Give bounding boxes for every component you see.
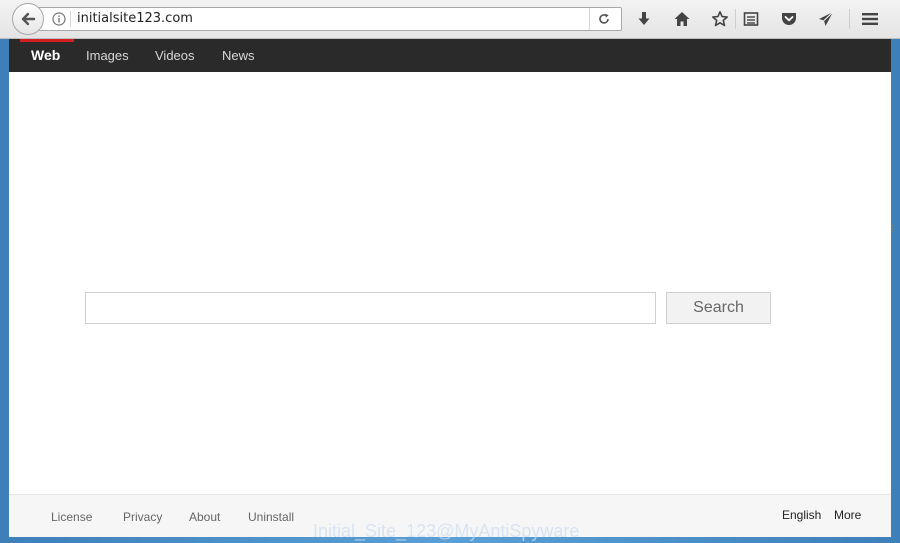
reload-separator bbox=[589, 8, 590, 30]
send-icon[interactable] bbox=[817, 10, 835, 28]
back-button[interactable] bbox=[12, 3, 44, 35]
toolbar-separator bbox=[735, 9, 736, 29]
browser-toolbar: initialsite123.com bbox=[0, 0, 900, 39]
back-arrow-icon bbox=[21, 12, 36, 26]
hamburger-menu-icon[interactable] bbox=[861, 10, 879, 28]
toolbar-separator bbox=[849, 9, 850, 29]
download-icon[interactable] bbox=[635, 10, 653, 28]
search-category-nav: Web Images Videos News bbox=[9, 39, 891, 72]
nav-tab-images[interactable]: Images bbox=[86, 48, 129, 63]
star-icon[interactable] bbox=[711, 10, 729, 28]
home-icon[interactable] bbox=[673, 10, 691, 28]
footer-link-uninstall[interactable]: Uninstall bbox=[248, 510, 294, 524]
footer-link-license[interactable]: License bbox=[51, 510, 92, 524]
footer-link-more[interactable]: More bbox=[834, 508, 861, 522]
info-icon[interactable] bbox=[52, 12, 66, 26]
watermark-text: Initial_Site_123@MyAntiSpyware bbox=[313, 521, 580, 541]
nav-tab-news[interactable]: News bbox=[222, 48, 255, 63]
url-text[interactable]: initialsite123.com bbox=[77, 11, 193, 26]
footer-link-english[interactable]: English bbox=[782, 508, 821, 522]
pocket-icon[interactable] bbox=[780, 10, 798, 28]
url-separator bbox=[70, 11, 71, 27]
search-input[interactable] bbox=[85, 292, 656, 324]
url-bar[interactable]: initialsite123.com bbox=[36, 7, 622, 31]
footer-link-privacy[interactable]: Privacy bbox=[123, 510, 162, 524]
reload-icon[interactable] bbox=[597, 12, 611, 26]
reading-list-icon[interactable] bbox=[742, 10, 760, 28]
search-button[interactable]: Search bbox=[666, 292, 771, 324]
nav-tab-web[interactable]: Web bbox=[31, 47, 60, 63]
page-viewport: Web Images Videos News Search License Pr… bbox=[9, 39, 891, 537]
footer-link-about[interactable]: About bbox=[189, 510, 220, 524]
active-tab-indicator bbox=[20, 39, 74, 42]
resize-grip-icon[interactable] bbox=[891, 224, 895, 234]
nav-tab-videos[interactable]: Videos bbox=[155, 48, 195, 63]
